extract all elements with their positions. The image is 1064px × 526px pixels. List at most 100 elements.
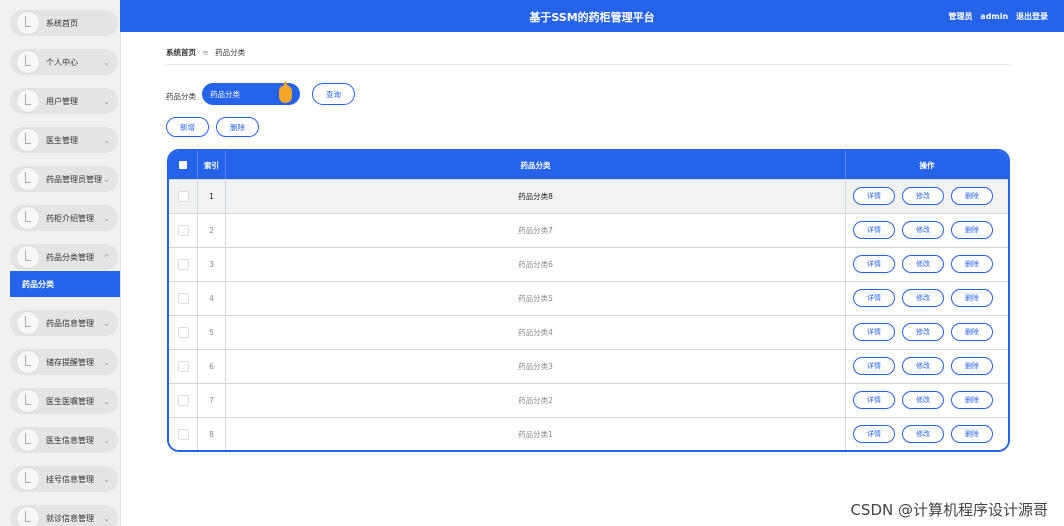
table-row: 6 药品分类3 详情 修改 删除 bbox=[169, 349, 1008, 383]
breadcrumb: 系统首页 ≡ 药品分类 bbox=[166, 47, 245, 58]
sidebar-item-label: 就诊信息管理 bbox=[46, 513, 94, 523]
row-name: 药品分类5 bbox=[225, 282, 845, 315]
delete-button[interactable]: 删除 bbox=[951, 255, 993, 273]
chevron-down-icon: ⌄ bbox=[103, 513, 110, 523]
detail-button[interactable]: 详情 bbox=[853, 357, 895, 375]
delete-button[interactable]: 删除 bbox=[951, 391, 993, 409]
detail-button[interactable]: 详情 bbox=[853, 289, 895, 307]
sidebar-item-doctor-orders[interactable]: 医生医嘱管理 ⌄ bbox=[10, 388, 118, 414]
row-checkbox[interactable] bbox=[177, 327, 189, 338]
chevron-down-icon: ⌄ bbox=[103, 174, 110, 184]
detail-button[interactable]: 详情 bbox=[853, 425, 895, 443]
row-actions: 详情 修改 删除 bbox=[845, 180, 1008, 213]
menu-icon bbox=[16, 206, 40, 230]
breadcrumb-separator: ≡ bbox=[202, 48, 209, 57]
table-row: 5 药品分类4 详情 修改 删除 bbox=[169, 315, 1008, 349]
breadcrumb-home[interactable]: 系统首页 bbox=[166, 48, 196, 57]
edit-button[interactable]: 修改 bbox=[902, 221, 944, 239]
divider bbox=[166, 64, 1010, 65]
header-checkbox-cell bbox=[169, 151, 197, 179]
row-checkbox-cell bbox=[169, 418, 197, 450]
sidebar-item-label: 医生信息管理 bbox=[46, 435, 94, 445]
bulb-icon bbox=[279, 82, 292, 103]
detail-button[interactable]: 详情 bbox=[853, 391, 895, 409]
sidebar-item-visits[interactable]: 就诊信息管理 ⌄ bbox=[10, 505, 118, 526]
header-actions: 操作 bbox=[845, 151, 1008, 179]
detail-button[interactable]: 详情 bbox=[853, 221, 895, 239]
sidebar-item-users[interactable]: 用户管理 ⌄ bbox=[10, 88, 118, 114]
sidebar-item-label: 医生医嘱管理 bbox=[46, 396, 94, 406]
delete-button[interactable]: 删除 bbox=[951, 221, 993, 239]
select-all-checkbox[interactable] bbox=[179, 161, 187, 169]
edit-button[interactable]: 修改 bbox=[902, 357, 944, 375]
row-index: 5 bbox=[197, 316, 225, 349]
row-checkbox[interactable] bbox=[177, 293, 189, 304]
row-index: 8 bbox=[197, 418, 225, 450]
delete-button[interactable]: 删除 bbox=[951, 187, 993, 205]
edit-button[interactable]: 修改 bbox=[902, 289, 944, 307]
sidebar-item-storage-reminder[interactable]: 储存提醒管理 ⌄ bbox=[10, 349, 118, 375]
top-header: 基于SSM的药柜管理平台 管理员 admin 退出登录 bbox=[120, 0, 1064, 32]
search-input[interactable]: 药品分类 bbox=[202, 82, 300, 105]
row-checkbox[interactable] bbox=[177, 191, 189, 202]
row-checkbox[interactable] bbox=[177, 395, 189, 406]
sidebar-subitem-drug-category[interactable]: 药品分类 bbox=[10, 271, 120, 297]
chevron-down-icon: ⌄ bbox=[103, 96, 110, 106]
detail-button[interactable]: 详情 bbox=[853, 187, 895, 205]
menu-icon bbox=[16, 167, 40, 191]
detail-button[interactable]: 详情 bbox=[853, 255, 895, 273]
chevron-down-icon: ⌄ bbox=[103, 396, 110, 406]
row-name: 药品分类3 bbox=[225, 350, 845, 383]
table-header: 索引 药品分类 操作 bbox=[169, 151, 1008, 179]
query-button[interactable]: 查询 bbox=[312, 83, 355, 105]
row-checkbox[interactable] bbox=[177, 259, 189, 270]
menu-icon bbox=[16, 89, 40, 113]
menu-icon bbox=[16, 506, 40, 526]
menu-icon bbox=[16, 467, 40, 491]
sidebar-item-drug-admins[interactable]: 药品管理员管理 ⌄ bbox=[10, 166, 118, 192]
chevron-down-icon: ⌄ bbox=[103, 57, 110, 67]
edit-button[interactable]: 修改 bbox=[902, 425, 944, 443]
app-title: 基于SSM的药柜管理平台 bbox=[529, 11, 655, 24]
batch-delete-button[interactable]: 删除 bbox=[216, 117, 259, 137]
row-actions: 详情 修改 删除 bbox=[845, 282, 1008, 315]
row-checkbox[interactable] bbox=[177, 225, 189, 236]
delete-button[interactable]: 删除 bbox=[951, 323, 993, 341]
detail-button[interactable]: 详情 bbox=[853, 323, 895, 341]
sidebar-item-label: 储存提醒管理 bbox=[46, 357, 94, 367]
row-checkbox-cell bbox=[169, 384, 197, 417]
delete-button[interactable]: 删除 bbox=[951, 357, 993, 375]
edit-button[interactable]: 修改 bbox=[902, 255, 944, 273]
delete-button[interactable]: 删除 bbox=[951, 289, 993, 307]
table-row: 3 药品分类6 详情 修改 删除 bbox=[169, 247, 1008, 281]
edit-button[interactable]: 修改 bbox=[902, 187, 944, 205]
sidebar-item-drug-category[interactable]: 药品分类管理 ^ bbox=[10, 244, 118, 270]
sidebar-item-doctor-info[interactable]: 医生信息管理 ⌄ bbox=[10, 427, 118, 453]
row-checkbox[interactable] bbox=[177, 361, 189, 372]
edit-button[interactable]: 修改 bbox=[902, 391, 944, 409]
delete-button[interactable]: 删除 bbox=[951, 425, 993, 443]
row-actions: 详情 修改 删除 bbox=[845, 214, 1008, 247]
sidebar-item-doctors[interactable]: 医生管理 ⌄ bbox=[10, 127, 118, 153]
table-row: 7 药品分类2 详情 修改 删除 bbox=[169, 383, 1008, 417]
sidebar-item-home[interactable]: 系统首页 bbox=[10, 10, 118, 36]
row-checkbox-cell bbox=[169, 316, 197, 349]
role-label: 管理员 bbox=[948, 12, 973, 21]
sidebar-item-label: 用户管理 bbox=[46, 96, 78, 106]
row-checkbox[interactable] bbox=[177, 429, 189, 440]
chevron-down-icon: ⌄ bbox=[103, 213, 110, 223]
sidebar-item-drug-info[interactable]: 药品信息管理 ⌄ bbox=[10, 310, 118, 336]
row-checkbox-cell bbox=[169, 282, 197, 315]
menu-icon bbox=[16, 245, 40, 269]
menu-icon bbox=[16, 50, 40, 74]
logout-link[interactable]: 退出登录 bbox=[1016, 12, 1048, 21]
sidebar-item-personal-center[interactable]: 个人中心 ⌄ bbox=[10, 49, 118, 75]
sidebar-item-cabinet-intro[interactable]: 药柜介绍管理 ⌄ bbox=[10, 205, 118, 231]
sidebar: 系统首页 个人中心 ⌄ 用户管理 ⌄ 医生管理 ⌄ 药品管理员管理 ⌄ 药柜介绍… bbox=[0, 0, 121, 526]
sidebar-item-registration[interactable]: 挂号信息管理 ⌄ bbox=[10, 466, 118, 492]
row-index: 4 bbox=[197, 282, 225, 315]
add-button[interactable]: 新增 bbox=[166, 117, 209, 137]
sidebar-item-label: 医生管理 bbox=[46, 135, 78, 145]
chevron-down-icon: ⌄ bbox=[103, 435, 110, 445]
edit-button[interactable]: 修改 bbox=[902, 323, 944, 341]
